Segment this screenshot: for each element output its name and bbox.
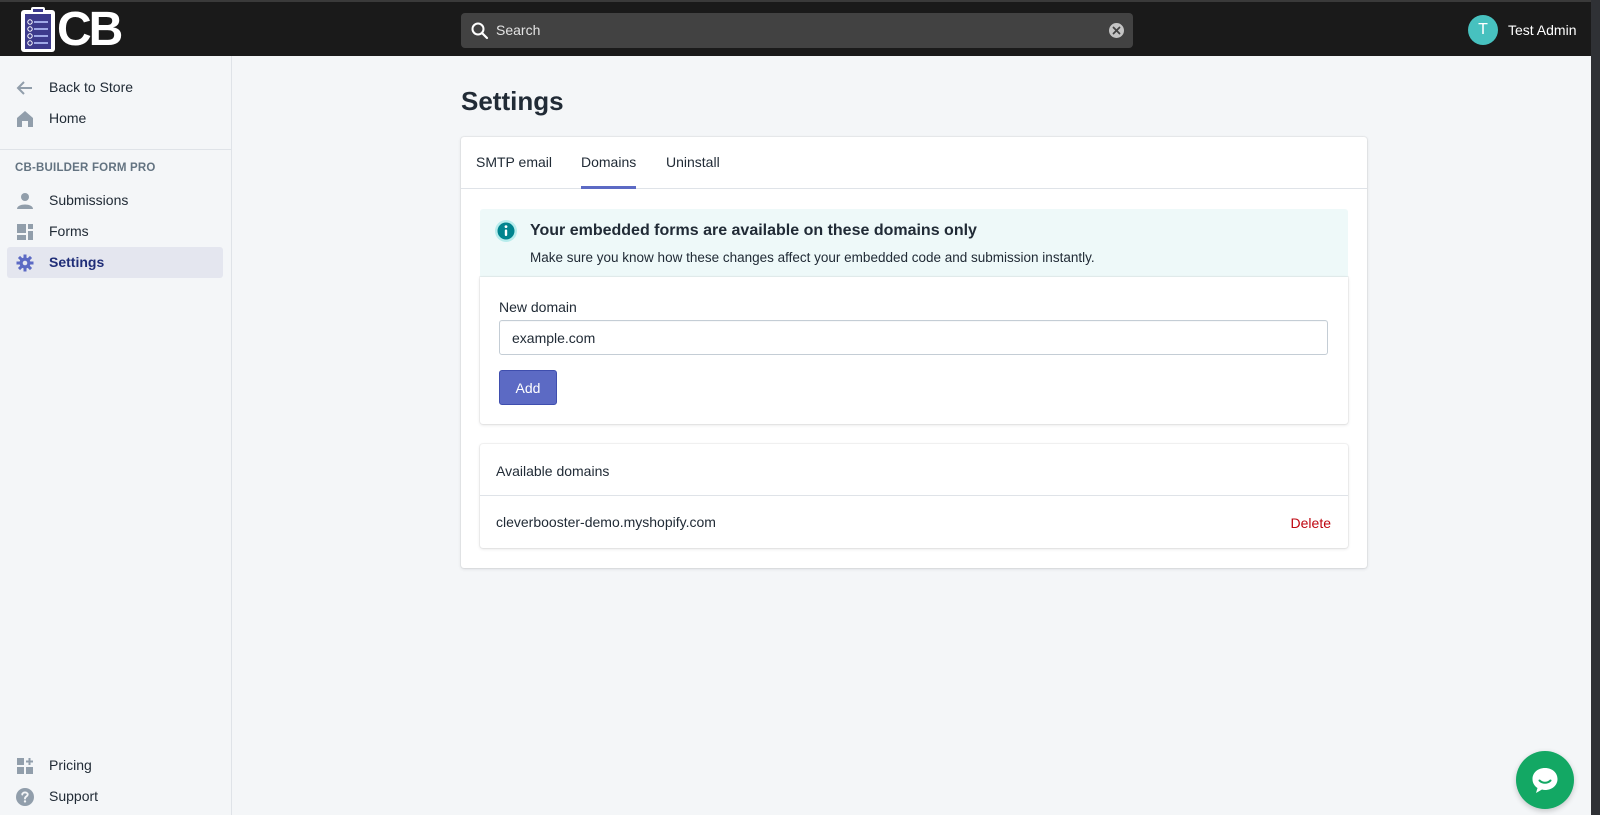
question-icon — [16, 788, 34, 806]
sidebar-item-label: Settings — [49, 254, 105, 270]
arrow-left-icon — [16, 81, 32, 95]
domain-name: cleverbooster-demo.myshopify.com — [496, 514, 716, 530]
delete-button[interactable]: Delete — [1291, 515, 1331, 531]
sidebar-item-home[interactable]: Home — [7, 103, 223, 134]
search-input[interactable]: Search — [496, 13, 540, 48]
sidebar-item-label: Back to Store — [49, 79, 134, 95]
app-logo[interactable]: CB — [19, 3, 123, 56]
sidebar: Back to Store Home CB-BUILDER FORM PRO S… — [0, 56, 232, 815]
chat-button[interactable] — [1516, 751, 1574, 809]
tab-bar: SMTP email Domains Uninstall — [461, 137, 1367, 189]
app-window: CB Search T Test Admin Back to Store Hom… — [0, 0, 1591, 815]
sidebar-item-back-to-store[interactable]: Back to Store — [7, 72, 223, 103]
sidebar-item-label: Pricing — [49, 757, 92, 773]
window-edge — [1591, 0, 1600, 815]
sidebar-item-submissions[interactable]: Submissions — [7, 185, 223, 216]
gear-icon — [16, 254, 34, 272]
search-icon — [471, 22, 489, 40]
settings-card: SMTP email Domains Uninstall Your embedd… — [461, 137, 1367, 568]
user-name[interactable]: Test Admin — [1508, 22, 1576, 38]
user-menu[interactable]: T Test Admin — [1468, 15, 1576, 45]
top-bar: CB Search T Test Admin — [0, 0, 1591, 56]
sidebar-item-pricing[interactable]: Pricing — [7, 750, 223, 781]
clear-search-icon[interactable] — [1108, 22, 1125, 39]
add-button[interactable]: Add — [499, 370, 557, 405]
search-bar[interactable]: Search — [461, 13, 1133, 48]
available-domains-title: Available domains — [496, 463, 610, 479]
banner-text: Make sure you know how these changes aff… — [530, 250, 1095, 265]
info-icon — [495, 220, 517, 242]
avatar[interactable]: T — [1468, 15, 1498, 45]
info-banner: Your embedded forms are available on the… — [480, 209, 1348, 277]
person-icon — [17, 193, 33, 209]
list-item: cleverbooster-demo.myshopify.com Delete — [480, 496, 1348, 548]
sidebar-divider — [0, 149, 232, 150]
sidebar-item-label: Submissions — [49, 192, 129, 208]
new-domain-label: New domain — [499, 299, 577, 315]
logo-text: CB — [57, 3, 123, 56]
tab-domains[interactable]: Domains — [581, 137, 637, 189]
sidebar-item-label: Forms — [49, 223, 89, 239]
available-domains-card: Available domains cleverbooster-demo.mys… — [480, 444, 1348, 548]
apps-icon — [17, 758, 33, 774]
chat-bubble-icon — [1532, 768, 1558, 793]
sidebar-section-title: CB-BUILDER FORM PRO — [15, 162, 156, 174]
forms-icon — [17, 224, 33, 240]
tab-uninstall[interactable]: Uninstall — [666, 137, 720, 189]
banner-title: Your embedded forms are available on the… — [530, 222, 977, 239]
new-domain-form: New domain Add — [480, 277, 1348, 424]
available-domains-header: Available domains — [480, 444, 1348, 496]
tab-smtp-email[interactable]: SMTP email — [476, 137, 552, 189]
page-title: Settings — [461, 86, 564, 116]
sidebar-item-settings[interactable]: Settings — [7, 247, 223, 278]
new-domain-input[interactable] — [499, 320, 1328, 355]
sidebar-item-label: Support — [49, 788, 99, 804]
sidebar-item-label: Home — [49, 110, 87, 126]
sidebar-item-forms[interactable]: Forms — [7, 216, 223, 247]
sidebar-item-support[interactable]: Support — [7, 781, 223, 812]
home-icon — [17, 111, 33, 127]
clipboard-logo-icon — [21, 7, 55, 52]
